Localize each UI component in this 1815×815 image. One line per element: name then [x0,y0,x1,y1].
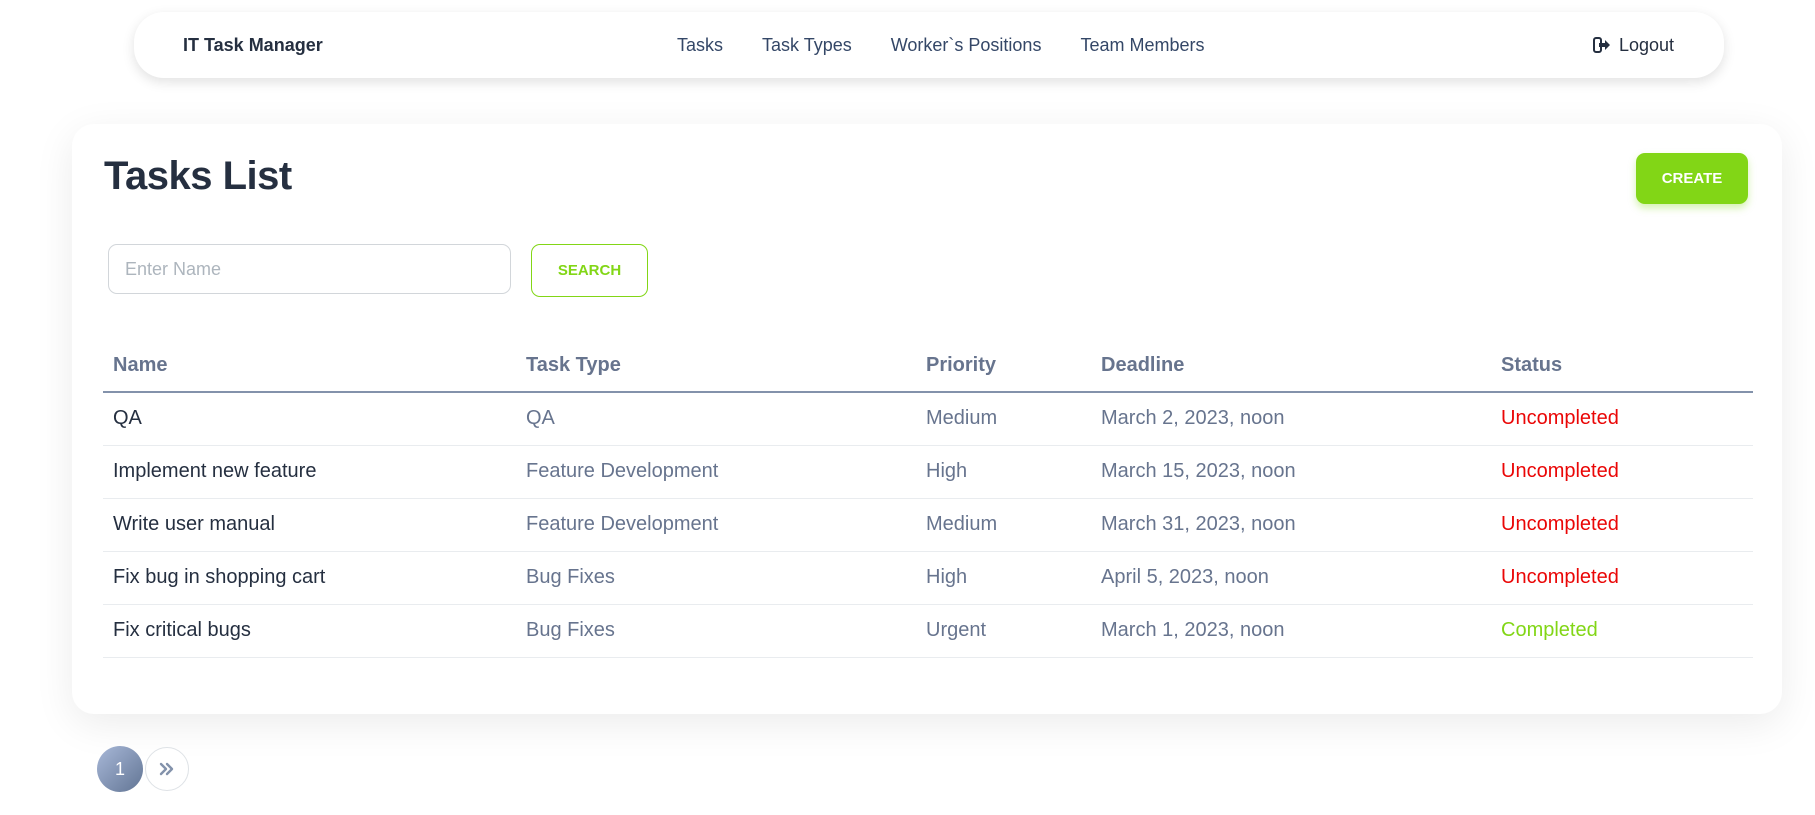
column-header-deadline: Deadline [1091,339,1491,393]
task-name[interactable]: Fix bug in shopping cart [103,551,516,605]
table-row[interactable]: QA QA Medium March 2, 2023, noon Uncompl… [103,392,1753,446]
task-priority: High [916,551,1091,605]
page-title: Tasks List [104,154,292,198]
task-deadline: April 5, 2023, noon [1091,551,1491,605]
logout-label: Logout [1618,34,1674,55]
navbar: IT Task Manager Tasks Task Types Worker`… [134,12,1724,78]
logout-button[interactable]: Logout [1592,12,1674,78]
task-priority: High [916,445,1091,499]
pagination: 1 [97,746,189,792]
task-type: Bug Fixes [516,604,916,658]
task-priority: Medium [916,392,1091,446]
table-row[interactable]: Write user manual Feature Development Me… [103,498,1753,552]
task-status: Completed [1491,604,1753,658]
double-chevron-right-icon [159,762,174,776]
task-name[interactable]: QA [103,392,516,446]
nav-links: Tasks Task Types Worker`s Positions Team… [677,12,1243,78]
nav-link-team-members[interactable]: Team Members [1080,35,1204,56]
task-status: Uncompleted [1491,445,1753,499]
task-type: QA [516,392,916,446]
column-header-name: Name [103,339,516,393]
column-header-status: Status [1491,339,1753,393]
task-name[interactable]: Write user manual [103,498,516,552]
tasks-table: Name Task Type Priority Deadline Status … [103,339,1753,658]
page: IT Task Manager Tasks Task Types Worker`… [0,0,1815,815]
column-header-task-type: Task Type [516,339,916,393]
nav-link-worker-positions[interactable]: Worker`s Positions [891,35,1042,56]
task-status: Uncompleted [1491,392,1753,446]
page-number-button[interactable]: 1 [97,746,143,792]
task-deadline: March 1, 2023, noon [1091,604,1491,658]
task-deadline: March 31, 2023, noon [1091,498,1491,552]
column-header-priority: Priority [916,339,1091,393]
task-status: Uncompleted [1491,498,1753,552]
task-deadline: March 2, 2023, noon [1091,392,1491,446]
task-priority: Medium [916,498,1091,552]
logout-icon [1592,37,1610,53]
task-name[interactable]: Fix critical bugs [103,604,516,658]
task-type: Bug Fixes [516,551,916,605]
task-status: Uncompleted [1491,551,1753,605]
create-button[interactable]: CREATE [1636,153,1748,204]
table-row[interactable]: Fix bug in shopping cart Bug Fixes High … [103,551,1753,605]
task-deadline: March 15, 2023, noon [1091,445,1491,499]
next-page-button[interactable] [145,747,189,791]
task-type: Feature Development [516,498,916,552]
search-input[interactable] [108,244,511,294]
task-priority: Urgent [916,604,1091,658]
table-row[interactable]: Implement new feature Feature Developmen… [103,445,1753,499]
nav-link-tasks[interactable]: Tasks [677,35,723,56]
task-type: Feature Development [516,445,916,499]
table-header-row: Name Task Type Priority Deadline Status [103,339,1753,393]
search-button[interactable]: SEARCH [531,244,648,297]
nav-link-task-types[interactable]: Task Types [762,35,852,56]
task-name[interactable]: Implement new feature [103,445,516,499]
tasks-card: Tasks List CREATE SEARCH Name Task Type … [72,124,1782,714]
brand-link[interactable]: IT Task Manager [183,12,323,78]
table-row[interactable]: Fix critical bugs Bug Fixes Urgent March… [103,604,1753,658]
